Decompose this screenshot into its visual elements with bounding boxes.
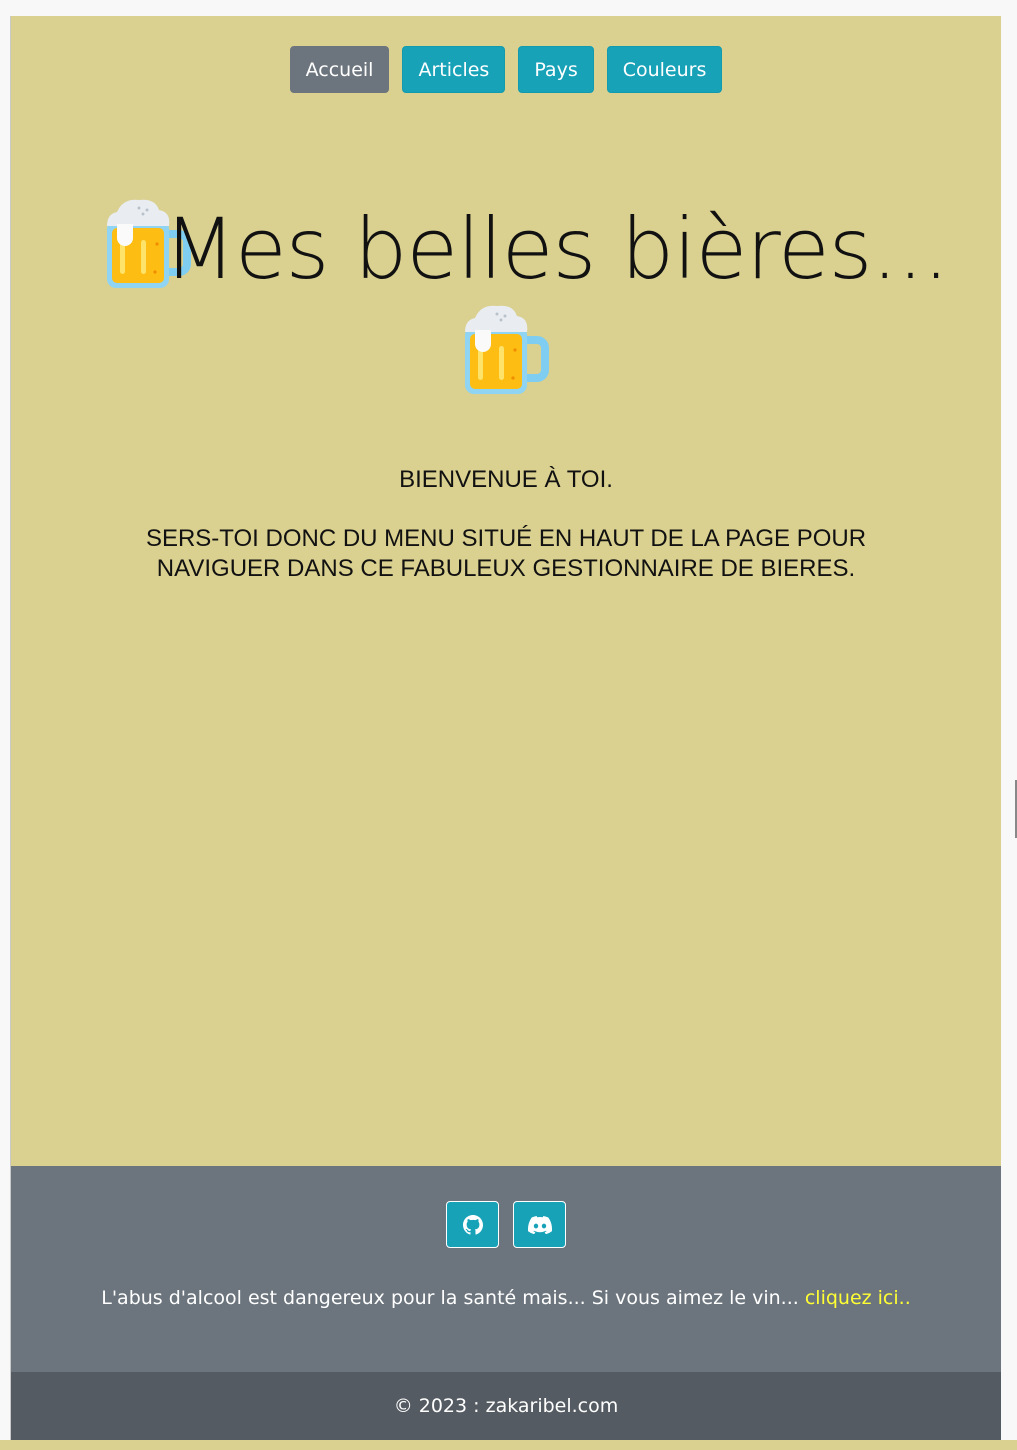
wine-link[interactable]: cliquez ici.. bbox=[805, 1287, 911, 1309]
browser-top-strip bbox=[0, 0, 1017, 16]
copyright-bar: © 2023 : zakaribel.com bbox=[11, 1372, 1001, 1440]
welcome-line-2: NAVIGUER DANS CE FABULEUX GESTIONNAIRE D… bbox=[156, 555, 856, 582]
main-nav: Accueil Articles Pays Couleurs bbox=[11, 46, 1001, 93]
warning-text: L'abus d'alcool est dangereux pour la sa… bbox=[101, 1287, 799, 1309]
alcohol-warning: L'abus d'alcool est dangereux pour la sa… bbox=[11, 1287, 1001, 1309]
welcome-greeting: BIENVENUE À TOI. bbox=[399, 466, 613, 493]
page-body: Accueil Articles Pays Couleurs Mes belle… bbox=[11, 16, 1001, 1440]
nav-accueil-button[interactable]: Accueil bbox=[289, 46, 390, 93]
welcome-line-1: SERS-TOI DONC DU MENU SITUÉ EN HAUT DE L… bbox=[145, 525, 867, 552]
copyright-text: © 2023 : zakaribel.com bbox=[393, 1395, 619, 1417]
page-bottom-strip bbox=[0, 1440, 1017, 1450]
discord-button[interactable] bbox=[513, 1201, 566, 1248]
hero-title-row: Mes belles bières... bbox=[11, 194, 1001, 304]
github-button[interactable] bbox=[446, 1201, 499, 1248]
github-icon bbox=[462, 1214, 483, 1235]
footer: L'abus d'alcool est dangereux pour la sa… bbox=[11, 1166, 1001, 1372]
nav-pays-button[interactable]: Pays bbox=[518, 46, 594, 93]
beer-mug-icon bbox=[465, 305, 549, 394]
nav-couleurs-button[interactable]: Couleurs bbox=[606, 46, 723, 93]
page-title: Mes belles bières... bbox=[163, 200, 949, 298]
discord-icon bbox=[527, 1215, 552, 1234]
social-links bbox=[11, 1201, 1001, 1248]
nav-articles-button[interactable]: Articles bbox=[402, 46, 506, 93]
